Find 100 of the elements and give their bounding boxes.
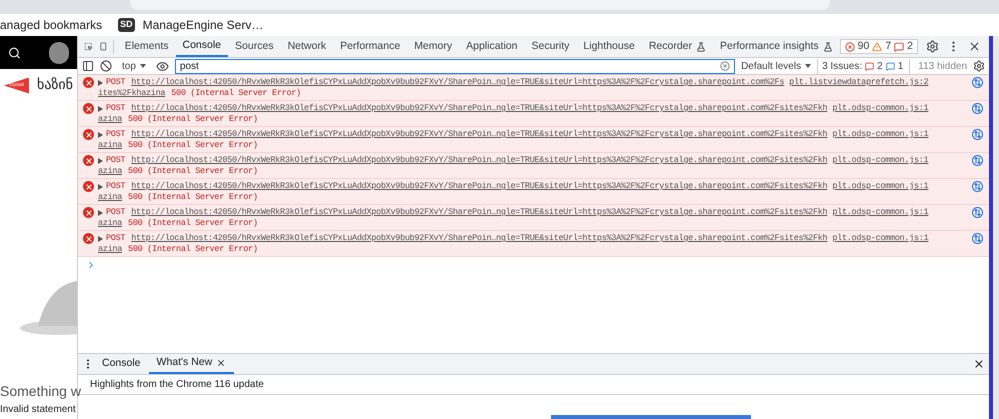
expand-arrow-icon[interactable] xyxy=(98,80,103,86)
panel-tab[interactable]: Application xyxy=(459,36,524,57)
request-url[interactable]: http://localhost:42050/hRvxWeRkR3kOlefisCYPxLuAddXpobXv9bub92FXvY/SharePoin…ngle=TRUE&siteUrl=https%3A%2F%2Fcrystalge.sharepoint.com%2Fsites%2Fkh xyxy=(131,155,828,166)
status-text: 500 (Internal Server Error) xyxy=(171,88,301,99)
request-url[interactable]: azina xyxy=(98,244,122,255)
device-icon[interactable] xyxy=(98,40,108,53)
error-icon xyxy=(83,155,94,166)
network-icon[interactable] xyxy=(972,77,983,88)
drawer-tab[interactable]: What's New xyxy=(148,354,234,374)
network-icon[interactable] xyxy=(972,129,983,140)
expand-arrow-icon[interactable] xyxy=(98,236,103,242)
error-icon xyxy=(83,233,94,244)
status-text: 500 (Internal Server Error) xyxy=(128,192,258,203)
warning-icon xyxy=(872,42,882,52)
error-icon xyxy=(844,42,855,52)
request-url[interactable]: azina xyxy=(98,218,122,229)
request-method: POST xyxy=(106,77,126,88)
caret-icon xyxy=(140,64,146,68)
source-link[interactable]: plt.odsp-common.js:1 xyxy=(832,207,928,218)
close-icon[interactable] xyxy=(968,40,982,53)
issue-counter[interactable]: 90 7 2 xyxy=(840,39,918,54)
whats-new-headline: Highlights from the Chrome 116 update xyxy=(90,378,264,392)
error-icon xyxy=(83,77,94,88)
site-title: ხაზინ xyxy=(37,76,73,95)
request-url[interactable]: http://localhost:42050/hRvxWeRkR3kOlefisCYPxLuAddXpobXv9bub92FXvY/SharePoin…ngle=TRUE&siteUrl=https%3A%2F%2Fcrystalge.sharepoint.com%2Fsites%2Fkh xyxy=(131,103,828,114)
settings-icon[interactable] xyxy=(973,60,985,72)
bookmark[interactable]: SD ManageEngine Serv… xyxy=(118,16,264,34)
request-method: POST xyxy=(106,129,126,140)
status-text: 500 (Internal Server Error) xyxy=(128,218,258,229)
request-url[interactable]: azina xyxy=(98,166,122,177)
source-link[interactable]: plt.odsp-common.js:1 xyxy=(832,103,928,114)
status-text: 500 (Internal Server Error) xyxy=(128,140,258,151)
clear-icon[interactable] xyxy=(720,61,730,71)
status-text: 500 (Internal Server Error) xyxy=(128,166,258,177)
levels-dropdown[interactable]: Default levels xyxy=(741,58,812,74)
network-icon[interactable] xyxy=(972,233,983,244)
expand-arrow-icon[interactable] xyxy=(98,158,103,164)
error-icon xyxy=(83,103,94,114)
panel-tab[interactable]: Performance xyxy=(333,36,408,57)
panel-tab[interactable]: Lighthouse xyxy=(576,36,642,57)
eye-icon[interactable] xyxy=(156,60,169,72)
expand-arrow-icon[interactable] xyxy=(98,210,103,216)
sidebar-icon[interactable] xyxy=(82,60,94,72)
drawer-tab[interactable]: Console xyxy=(94,354,149,374)
issue-icon xyxy=(894,42,904,52)
expand-arrow-icon[interactable] xyxy=(98,184,103,190)
panel-tab[interactable]: Sources xyxy=(228,36,281,57)
source-link[interactable]: plt.odsp-common.js:1 xyxy=(832,181,928,192)
network-icon[interactable] xyxy=(972,103,983,114)
network-icon[interactable] xyxy=(972,155,983,166)
info-icon xyxy=(886,62,895,70)
error-icon xyxy=(83,181,94,192)
request-method: POST xyxy=(106,155,126,166)
panel-tab[interactable]: Network xyxy=(280,36,334,57)
source-link[interactable]: plt.listviewdataprefetch.js:2 xyxy=(789,77,928,88)
bookmark[interactable]: anaged bookmarks xyxy=(0,16,102,34)
issue-icon xyxy=(865,62,874,70)
panel-tab[interactable]: Memory xyxy=(407,36,460,57)
panel-tab[interactable]: Security xyxy=(524,36,576,57)
clear-icon[interactable] xyxy=(100,60,112,72)
network-icon[interactable] xyxy=(972,207,983,218)
status-text: 500 (Internal Server Error) xyxy=(128,114,258,125)
error-detail: Invalid statement xyxy=(0,403,77,417)
status-text: 500 (Internal Server Error) xyxy=(128,244,258,255)
filter-field[interactable]: post xyxy=(174,58,736,74)
request-url[interactable]: http://localhost:42050/hRvxWeRkR3kOlefisCYPxLuAddXpobXv9bub92FXvY/SharePoin…ngle=TRUE&siteUrl=https%3A%2F%2Fcrystalge.sharepoint.com%2Fsites%2Fkh xyxy=(131,181,828,192)
request-url[interactable]: http://localhost:42050/hRvxWeRkR3kOlefisCYPxLuAddXpobXv9bub92FXvY/SharePoin…ngle=TRUE&siteUrl=https%3A%2F%2Fcrystalge.sharepoint.com%2Fsites%2Fkh xyxy=(131,233,828,244)
panel-tab[interactable]: Recorder xyxy=(642,36,713,57)
panel-tab[interactable]: Console xyxy=(176,36,228,57)
request-method: POST xyxy=(106,103,126,114)
request-url[interactable]: ites%2Fkhazina xyxy=(98,88,166,99)
request-url[interactable]: http://localhost:42050/hRvxWeRkR3kOlefisCYPxLuAddXpobXv9bub92FXvY/SharePoin…ngle=TRUE&siteUrl=https%3A%2F%2Fcrystalge.sharepoint.com%2Fs xyxy=(131,77,784,88)
caret-icon xyxy=(805,64,812,68)
request-url[interactable]: azina xyxy=(98,114,122,125)
request-url[interactable]: http://localhost:42050/hRvxWeRkR3kOlefisCYPxLuAddXpobXv9bub92FXvY/SharePoin…ngle=TRUE&siteUrl=https%3A%2F%2Fcrystalge.sharepoint.com%2Fsites%2Fkh xyxy=(131,207,828,218)
source-link[interactable]: plt.odsp-common.js:1 xyxy=(832,129,928,140)
network-icon[interactable] xyxy=(972,181,983,192)
source-link[interactable]: plt.odsp-common.js:1 xyxy=(832,155,928,166)
error-icon xyxy=(83,129,94,140)
panel-tab[interactable]: Performance insights xyxy=(713,36,840,57)
source-link[interactable]: plt.odsp-common.js:1 xyxy=(832,233,928,244)
request-method: POST xyxy=(106,181,126,192)
search-icon[interactable] xyxy=(8,46,21,60)
context-select[interactable]: top xyxy=(118,58,150,74)
error-icon xyxy=(83,207,94,218)
issues-button[interactable]: 3 Issues: 2 1 xyxy=(817,58,904,74)
settings-icon[interactable] xyxy=(926,40,940,53)
close-icon[interactable] xyxy=(216,358,226,368)
bookmark-icon: SD xyxy=(118,18,135,32)
close-icon[interactable] xyxy=(973,358,985,370)
inspect-icon[interactable] xyxy=(84,40,93,53)
hidden-count: 113 hidden xyxy=(909,58,967,74)
avatar[interactable] xyxy=(48,42,69,64)
panel-tab[interactable]: Elements xyxy=(118,36,176,57)
request-url[interactable]: azina xyxy=(98,192,122,203)
expand-arrow-icon[interactable] xyxy=(98,132,103,138)
request-url[interactable]: http://localhost:42050/hRvxWeRkR3kOlefisCYPxLuAddXpobXv9bub92FXvY/SharePoin…ngle=TRUE&siteUrl=https%3A%2F%2Fcrystalge.sharepoint.com%2Fsites%2Fkh xyxy=(131,129,828,140)
request-url[interactable]: azina xyxy=(98,140,122,151)
expand-arrow-icon[interactable] xyxy=(98,106,103,112)
request-method: POST xyxy=(106,207,126,218)
